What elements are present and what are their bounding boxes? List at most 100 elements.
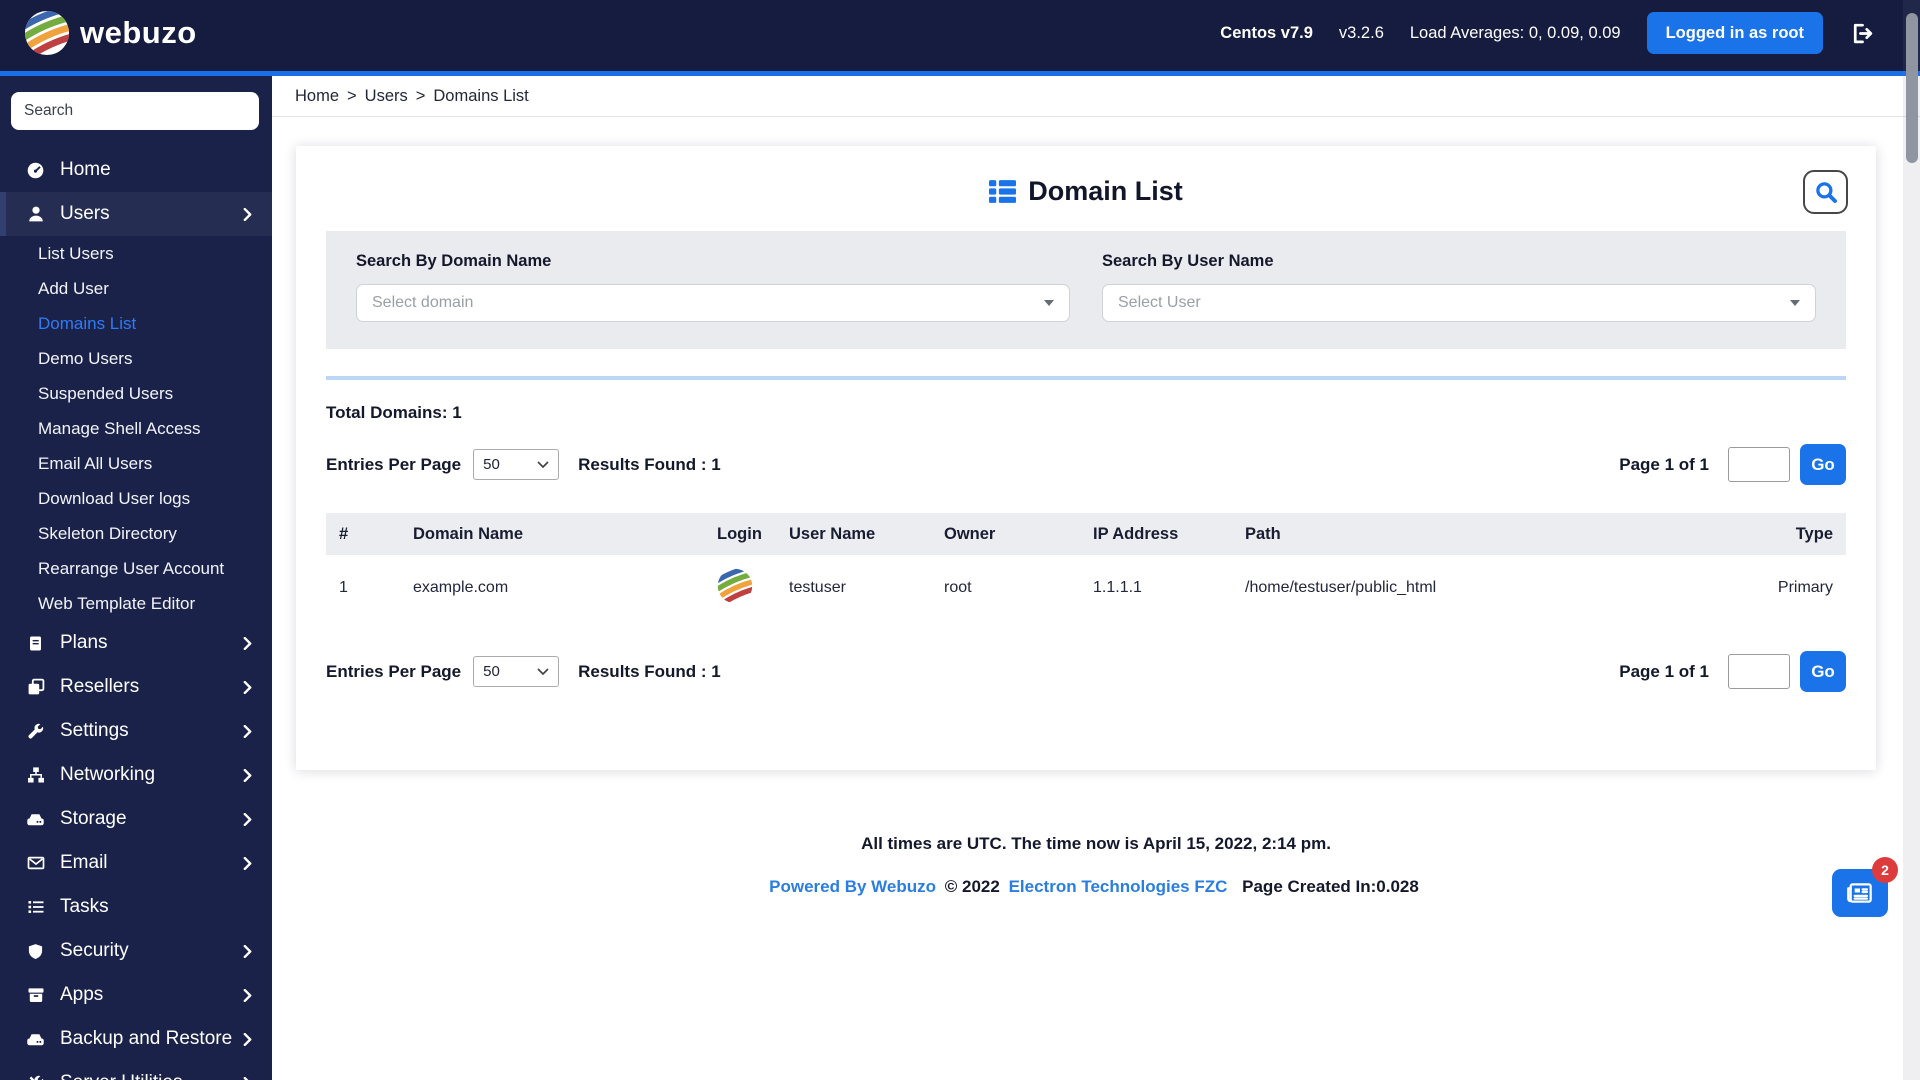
users-submenu: List Users Add User Domains List Demo Us… bbox=[0, 236, 272, 621]
sidebar-subitem-skeleton-directory[interactable]: Skeleton Directory bbox=[0, 516, 272, 551]
chevron-right-icon bbox=[243, 207, 252, 221]
sidebar-item-email[interactable]: Email bbox=[0, 841, 272, 885]
sidebar-item-home[interactable]: Home bbox=[0, 148, 272, 192]
sidebar-item-label: Plans bbox=[60, 632, 108, 653]
results-found-label: Results Found : 1 bbox=[578, 661, 721, 681]
breadcrumb-users[interactable]: Users bbox=[365, 87, 408, 106]
table-header-row: # Domain Name Login User Name Owner IP A… bbox=[326, 513, 1846, 555]
webuzo-logo[interactable]: webuzo bbox=[24, 10, 197, 56]
sidebar-subitem-web-template-editor[interactable]: Web Template Editor bbox=[0, 586, 272, 621]
cell-type: Primary bbox=[1700, 555, 1846, 621]
chevron-right-icon bbox=[243, 680, 252, 694]
chevron-right-icon bbox=[243, 988, 252, 1002]
sidebar-subitem-domains-list[interactable]: Domains List bbox=[0, 306, 272, 341]
sidebar-subitem-suspended-users[interactable]: Suspended Users bbox=[0, 376, 272, 411]
col-domain-name: Domain Name bbox=[413, 524, 524, 543]
sidebar: Home Users List Users Add User Domains L… bbox=[0, 76, 272, 1080]
powered-by-webuzo-link[interactable]: Powered By Webuzo bbox=[769, 877, 936, 896]
sidebar-item-backup-and-restore[interactable]: Backup and Restore bbox=[0, 1017, 272, 1061]
sidebar-item-tasks[interactable]: Tasks bbox=[0, 885, 272, 929]
sidebar-item-label: Backup and Restore bbox=[60, 1028, 233, 1049]
dashboard-icon bbox=[26, 161, 45, 180]
results-found-label: Results Found : 1 bbox=[578, 454, 721, 474]
sidebar-item-plans[interactable]: Plans bbox=[0, 621, 272, 665]
sidebar-subitem-manage-shell-access[interactable]: Manage Shell Access bbox=[0, 411, 272, 446]
topbar: webuzo Centos v7.9 v3.2.6 Load Averages:… bbox=[0, 0, 1920, 76]
load-averages: Load Averages: 0, 0.09, 0.09 bbox=[1409, 23, 1621, 42]
go-label: Go bbox=[1811, 454, 1835, 474]
go-button[interactable]: Go bbox=[1800, 651, 1846, 692]
cell-path: /home/testuser/public_html bbox=[1232, 555, 1700, 621]
news-widget-button[interactable]: 2 bbox=[1832, 857, 1898, 917]
list-icon bbox=[26, 898, 45, 916]
sidebar-subitem-rearrange-user-account[interactable]: Rearrange User Account bbox=[0, 551, 272, 586]
sidebar-search-input[interactable] bbox=[11, 92, 259, 130]
sidebar-item-resellers[interactable]: Resellers bbox=[0, 665, 272, 709]
domain-select-placeholder: Select domain bbox=[372, 294, 474, 311]
search-toggle-button[interactable] bbox=[1803, 170, 1848, 214]
sidebar-item-label: Home bbox=[60, 159, 111, 180]
logged-in-as-root-button[interactable]: Logged in as root bbox=[1646, 12, 1823, 54]
sidebar-subitem-demo-users[interactable]: Demo Users bbox=[0, 341, 272, 376]
page-number-input[interactable] bbox=[1728, 654, 1790, 689]
sidebar-item-label: Resellers bbox=[60, 676, 140, 697]
sidebar-item-apps[interactable]: Apps bbox=[0, 973, 272, 1017]
sidebar-menu: Home Users List Users Add User Domains L… bbox=[0, 148, 272, 1080]
chevron-right-icon bbox=[243, 768, 252, 782]
sidebar-item-users[interactable]: Users bbox=[0, 192, 272, 236]
chevron-right-icon bbox=[243, 1032, 252, 1046]
col-login: Login bbox=[717, 524, 762, 543]
electron-technologies-link[interactable]: Electron Technologies FZC bbox=[1009, 877, 1228, 896]
brand-name: webuzo bbox=[80, 15, 197, 50]
sidebar-subitem-download-user-logs[interactable]: Download User logs bbox=[0, 481, 272, 516]
resellers-clone-icon bbox=[26, 678, 45, 696]
backup-drive-icon bbox=[26, 1030, 45, 1049]
sidebar-subitem-email-all-users[interactable]: Email All Users bbox=[0, 446, 272, 481]
wrench-icon bbox=[26, 722, 45, 740]
page-indicator: Page 1 of 1 bbox=[1619, 661, 1709, 681]
sign-out-icon[interactable] bbox=[1849, 21, 1874, 46]
entries-per-page-select[interactable]: 50 bbox=[473, 656, 560, 687]
time-note: All times are UTC. The time now is April… bbox=[861, 834, 1331, 853]
scrollbar-thumb[interactable] bbox=[1905, 13, 1918, 163]
chevron-right-icon bbox=[243, 856, 252, 870]
entries-per-page-select[interactable]: 50 bbox=[473, 449, 560, 480]
entries-per-page-value: 50 bbox=[483, 456, 500, 473]
table-row: 1 example.com testuser root 1.1.1.1 /hom… bbox=[326, 555, 1846, 621]
sidebar-item-label: Security bbox=[60, 940, 129, 961]
domains-table: # Domain Name Login User Name Owner IP A… bbox=[326, 513, 1846, 621]
entries-per-page-label: Entries Per Page bbox=[326, 454, 462, 474]
sidebar-item-server-utilities[interactable]: Server Utilities bbox=[0, 1061, 272, 1080]
sidebar-item-settings[interactable]: Settings bbox=[0, 709, 272, 753]
sidebar-item-label: Storage bbox=[60, 808, 127, 829]
page-scrollbar[interactable] bbox=[1903, 0, 1920, 1080]
page-number-input[interactable] bbox=[1728, 447, 1790, 482]
login-label: Logged in as root bbox=[1665, 23, 1804, 42]
sidebar-item-label: Tasks bbox=[60, 896, 109, 917]
breadcrumb-home[interactable]: Home bbox=[295, 87, 339, 106]
go-button[interactable]: Go bbox=[1800, 444, 1846, 485]
sidebar-item-security[interactable]: Security bbox=[0, 929, 272, 973]
chevron-right-icon bbox=[243, 944, 252, 958]
login-as-user-icon[interactable] bbox=[717, 568, 753, 604]
col-number: # bbox=[339, 524, 349, 543]
sidebar-item-label: Email bbox=[60, 852, 108, 873]
user-select[interactable]: Select User bbox=[1102, 284, 1816, 322]
domain-select[interactable]: Select domain bbox=[356, 284, 1070, 322]
sidebar-subitem-add-user[interactable]: Add User bbox=[0, 271, 272, 306]
sidebar-item-networking[interactable]: Networking bbox=[0, 753, 272, 797]
breadcrumb: Home > Users > Domains List bbox=[272, 76, 1920, 117]
plans-book-icon bbox=[26, 635, 45, 652]
copyright: © 2022 bbox=[944, 877, 1000, 896]
sidebar-subitem-list-users[interactable]: List Users bbox=[0, 236, 272, 271]
shield-icon bbox=[26, 943, 45, 960]
col-user-name: User Name bbox=[789, 524, 876, 543]
col-type: Type bbox=[1795, 524, 1833, 543]
pagination-bottom: Entries Per Page 50 Results Found : 1 Pa… bbox=[326, 651, 1846, 692]
user-filter-label: Search By User Name bbox=[1102, 252, 1274, 270]
footer-credits: Powered By Webuzo © 2022 Electron Techno… bbox=[272, 877, 1920, 897]
sidebar-item-storage[interactable]: Storage bbox=[0, 797, 272, 841]
list-grid-icon bbox=[989, 180, 1017, 203]
domain-list-card: Domain List Search By Domain Name Select… bbox=[296, 146, 1876, 770]
breadcrumb-separator: > bbox=[347, 86, 357, 105]
